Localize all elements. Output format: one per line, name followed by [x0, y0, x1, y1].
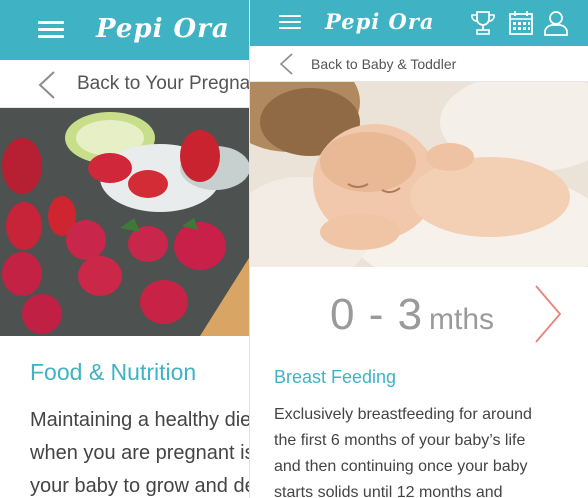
- left-screen: Pepi Ora Back to Your Pregnancy: [0, 0, 249, 498]
- chevron-right-icon[interactable]: [533, 284, 563, 344]
- hero-image-baby: [250, 82, 588, 267]
- calendar-icon[interactable]: [506, 8, 536, 38]
- section-title: Food & Nutrition: [30, 359, 197, 385]
- chevron-left-icon[interactable]: [36, 70, 56, 100]
- age-range-display: 0 - 3 mths: [330, 290, 494, 340]
- age-range-value: 0 - 3: [330, 290, 424, 339]
- back-navigation[interactable]: Back to Your Pregnancy: [0, 60, 249, 108]
- user-icon[interactable]: [541, 8, 571, 38]
- hero-image-berries: [0, 108, 249, 336]
- right-screen: Pepi Ora Back to Baby & Toddler 0 - 3 mt…: [250, 0, 588, 498]
- body-line: Exclusively breastfeeding for around: [274, 406, 532, 423]
- body-line: Maintaining a healthy diet: [30, 409, 249, 431]
- body-text: Exclusively breastfeeding for around the…: [274, 402, 574, 498]
- body-line: the first 6 months of your baby’s life: [274, 432, 526, 449]
- body-line: starts solids until 12 months and: [274, 484, 503, 498]
- body-line: when you are pregnant is: [30, 442, 249, 464]
- section-title: Breast Feeding: [274, 367, 397, 387]
- hamburger-menu-icon[interactable]: [279, 15, 301, 30]
- body-line: and then continuing once your baby: [274, 458, 528, 475]
- body-text: Maintaining a healthy diet when you are …: [30, 404, 249, 498]
- top-bar: Pepi Ora: [0, 0, 249, 60]
- app-logo: Pepi Ora: [96, 14, 230, 44]
- back-link-label[interactable]: Back to Your Pregnancy: [77, 73, 249, 95]
- trophy-icon[interactable]: [468, 8, 498, 38]
- hamburger-menu-icon[interactable]: [38, 21, 64, 39]
- app-logo: Pepi Ora: [325, 9, 435, 34]
- top-bar: Pepi Ora: [250, 0, 588, 46]
- back-link-label[interactable]: Back to Baby & Toddler: [311, 56, 456, 72]
- back-navigation[interactable]: Back to Baby & Toddler: [250, 46, 588, 82]
- age-range-unit: mths: [429, 303, 495, 336]
- body-line: your baby to grow and de: [30, 475, 249, 497]
- chevron-left-icon[interactable]: [278, 53, 294, 75]
